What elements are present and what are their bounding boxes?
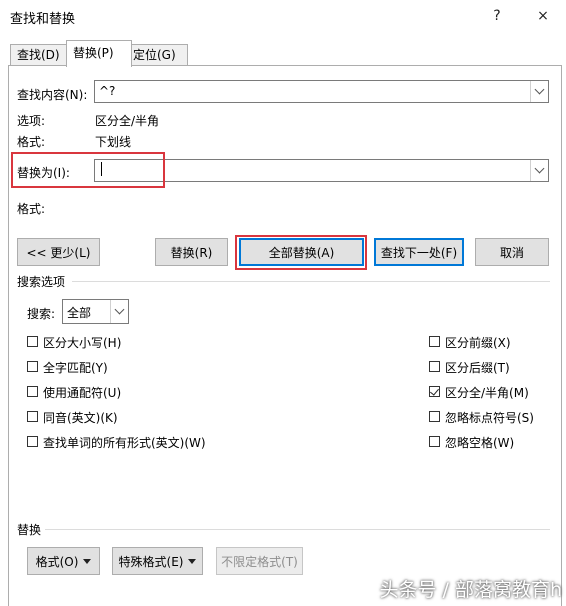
format-button[interactable]: 格式(O) — [27, 547, 100, 575]
checkbox-whole-word[interactable] — [27, 361, 38, 372]
chevron-down-icon — [114, 304, 125, 315]
replace-button[interactable]: 替换(R) — [155, 238, 228, 266]
replace-format-label: 格式: — [17, 202, 46, 216]
find-dropdown-arrow[interactable] — [530, 81, 548, 102]
tab-goto[interactable]: 定位(G) — [126, 44, 188, 66]
search-direction-value: 全部 — [67, 306, 92, 320]
checkbox-label: 使用通配符(U) — [43, 386, 122, 400]
find-input[interactable]: ^? — [94, 80, 549, 103]
tab-replace[interactable]: 替换(P) — [66, 40, 132, 67]
find-value: ^? — [99, 84, 116, 98]
checkbox-match-prefix[interactable] — [429, 336, 440, 347]
checkbox-all-word-forms[interactable] — [27, 436, 38, 447]
tab-find[interactable]: 查找(D) — [10, 44, 72, 66]
window-title: 查找和替换 — [10, 12, 76, 27]
checkbox-label: 同音(英文)(K) — [43, 411, 118, 425]
watermark-text: 头条号 / 部落窝教育h — [379, 579, 562, 601]
less-button[interactable]: << 更少(L) — [17, 238, 100, 266]
search-direction-select[interactable]: 全部 — [62, 299, 129, 324]
find-format-value: 下划线 — [95, 135, 132, 149]
checkbox-label: 区分全/半角(M) — [445, 386, 529, 400]
caret-down-icon — [188, 558, 197, 564]
search-options-title: 搜索选项 — [17, 275, 66, 289]
divider — [72, 281, 550, 282]
checkbox-label: 查找单词的所有形式(英文)(W) — [43, 436, 206, 450]
checkbox-label: 区分后缀(T) — [445, 361, 510, 375]
chevron-down-icon — [534, 84, 545, 95]
search-dropdown-arrow[interactable] — [110, 300, 128, 323]
replace-dropdown-arrow[interactable] — [530, 160, 548, 181]
caret-down-icon — [83, 558, 92, 564]
divider — [45, 529, 550, 530]
checkbox-label: 忽略标点符号(S) — [445, 411, 534, 425]
replace-highlight-box — [11, 152, 165, 188]
special-format-button[interactable]: 特殊格式(E) — [112, 547, 203, 575]
find-label: 查找内容(N): — [17, 88, 88, 102]
special-format-button-label: 特殊格式(E) — [118, 554, 184, 569]
checkbox-ignore-whitespace[interactable] — [429, 436, 440, 447]
checkbox-match-case[interactable] — [27, 336, 38, 347]
cancel-button[interactable]: 取消 — [475, 238, 549, 266]
search-label: 搜索: — [27, 307, 56, 321]
find-next-button[interactable]: 查找下一处(F) — [374, 238, 464, 266]
format-button-label: 格式(O) — [35, 554, 79, 569]
close-button[interactable]: × — [528, 4, 558, 28]
checkbox-label: 区分大小写(H) — [43, 336, 122, 350]
checkbox-label: 全字匹配(Y) — [43, 361, 108, 375]
checkbox-label: 忽略空格(W) — [445, 436, 515, 450]
checkbox-ignore-punctuation[interactable] — [429, 411, 440, 422]
checkbox-wildcards[interactable] — [27, 386, 38, 397]
no-formatting-button[interactable]: 不限定格式(T) — [216, 547, 303, 575]
checkbox-sounds-like[interactable] — [27, 411, 38, 422]
checkbox-label: 区分前缀(X) — [445, 336, 511, 350]
options-value: 区分全/半角 — [95, 114, 160, 128]
replace-all-button[interactable]: 全部替换(A) — [239, 238, 364, 266]
title-bar: 查找和替换 ? × — [0, 0, 566, 32]
help-button[interactable]: ? — [482, 4, 512, 28]
find-format-label: 格式: — [17, 135, 46, 149]
checkbox-match-suffix[interactable] — [429, 361, 440, 372]
chevron-down-icon — [534, 163, 545, 174]
options-label: 选项: — [17, 114, 46, 128]
replace-section-title: 替换 — [17, 523, 42, 537]
checkbox-full-half-width[interactable] — [429, 386, 440, 397]
